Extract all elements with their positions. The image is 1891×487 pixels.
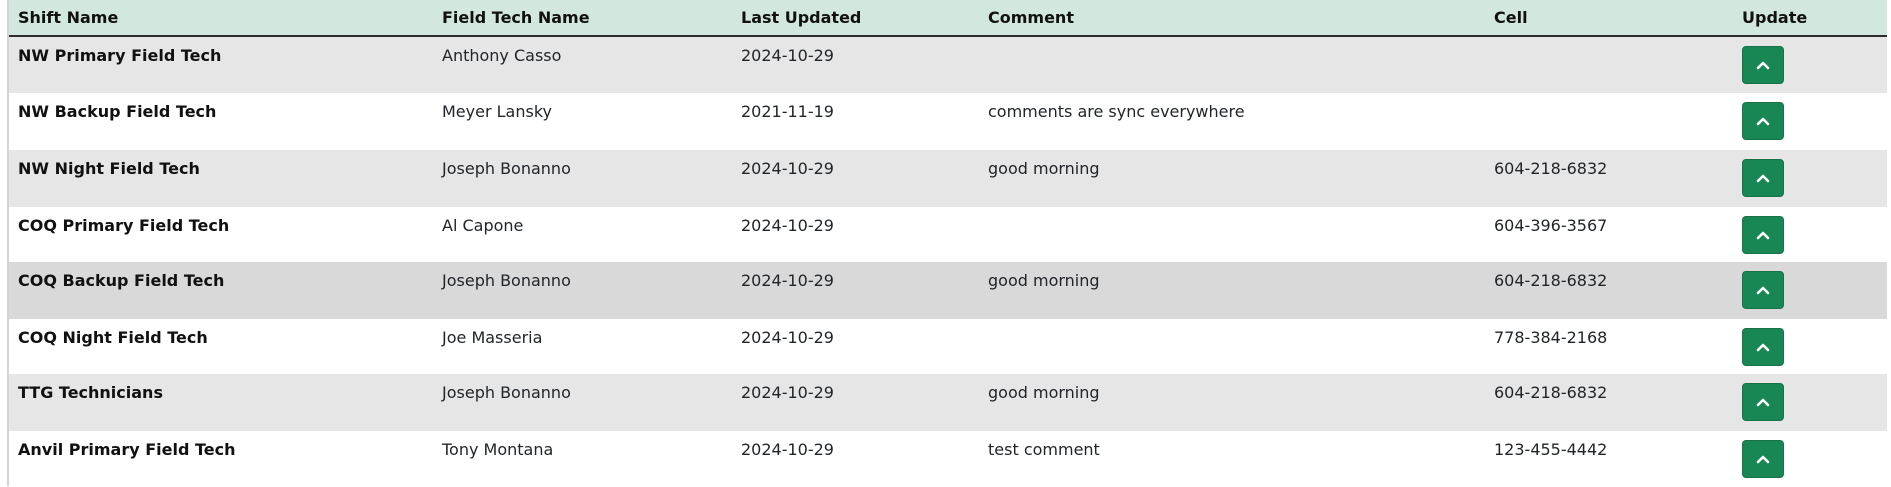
chevron-up-icon (1756, 117, 1770, 126)
table-row: COQ Night Field Tech Joe Masseria 2024-1… (9, 319, 1887, 374)
field-tech-name: Tony Montana (442, 440, 554, 459)
shift-name: NW Night Field Tech (18, 159, 200, 178)
comment: good morning (988, 271, 1100, 290)
last-updated: 2024-10-29 (741, 440, 834, 459)
last-updated: 2021-11-19 (741, 102, 834, 121)
field-tech-name: Joseph Bonanno (442, 159, 571, 178)
header-shift-name: Shift Name (18, 8, 119, 27)
comment: comments are sync everywhere (988, 102, 1245, 121)
shift-name: NW Primary Field Tech (18, 46, 222, 65)
table-row: NW Night Field Tech Joseph Bonanno 2024-… (9, 150, 1887, 207)
last-updated: 2024-10-29 (741, 216, 834, 235)
field-tech-name: Joseph Bonanno (442, 271, 571, 290)
shift-name: TTG Technicians (18, 383, 163, 402)
table-header: Shift Name Field Tech Name Last Updated … (9, 0, 1887, 37)
cell-phone: 604-218-6832 (1494, 383, 1608, 402)
shift-name: COQ Backup Field Tech (18, 271, 225, 290)
cell-phone: 604-218-6832 (1494, 159, 1608, 178)
last-updated: 2024-10-29 (741, 159, 834, 178)
update-button[interactable] (1742, 328, 1784, 366)
field-tech-name: Al Capone (442, 216, 524, 235)
cell-phone: 123-455-4442 (1494, 440, 1608, 459)
comment: good morning (988, 383, 1100, 402)
chevron-up-icon (1756, 343, 1770, 352)
update-button[interactable] (1742, 383, 1784, 421)
update-button[interactable] (1742, 216, 1784, 254)
table-row: COQ Backup Field Tech Joseph Bonanno 202… (9, 262, 1887, 319)
update-button[interactable] (1742, 271, 1784, 309)
chevron-up-icon (1756, 398, 1770, 407)
header-last-updated: Last Updated (741, 8, 862, 27)
shift-name: COQ Primary Field Tech (18, 216, 230, 235)
table-row: NW Backup Field Tech Meyer Lansky 2021-1… (9, 93, 1887, 150)
comment: good morning (988, 159, 1100, 178)
last-updated: 2024-10-29 (741, 383, 834, 402)
comment: test comment (988, 440, 1100, 459)
cell-phone: 604-396-3567 (1494, 216, 1608, 235)
header-field-tech-name: Field Tech Name (442, 8, 590, 27)
update-button[interactable] (1742, 102, 1784, 140)
header-cell: Cell (1494, 8, 1528, 27)
chevron-up-icon (1756, 174, 1770, 183)
field-tech-name: Anthony Casso (442, 46, 562, 65)
cell-phone: 778-384-2168 (1494, 328, 1608, 347)
shift-name: COQ Night Field Tech (18, 328, 208, 347)
shift-table: Shift Name Field Tech Name Last Updated … (9, 0, 1887, 487)
header-comment: Comment (988, 8, 1074, 27)
cell-phone: 604-218-6832 (1494, 271, 1608, 290)
chevron-up-icon (1756, 231, 1770, 240)
table-row: NW Primary Field Tech Anthony Casso 2024… (9, 37, 1887, 93)
field-tech-name: Joseph Bonanno (442, 383, 571, 402)
table-row: TTG Technicians Joseph Bonanno 2024-10-2… (9, 374, 1887, 431)
update-button[interactable] (1742, 46, 1784, 84)
chevron-up-icon (1756, 286, 1770, 295)
field-tech-name: Meyer Lansky (442, 102, 552, 121)
field-tech-name: Joe Masseria (442, 328, 543, 347)
shift-table-page: Shift Name Field Tech Name Last Updated … (0, 0, 1891, 487)
table-row: Anvil Primary Field Tech Tony Montana 20… (9, 431, 1887, 487)
update-button[interactable] (1742, 440, 1784, 478)
last-updated: 2024-10-29 (741, 46, 834, 65)
table-row: COQ Primary Field Tech Al Capone 2024-10… (9, 207, 1887, 262)
header-update: Update (1742, 8, 1808, 27)
shift-name: NW Backup Field Tech (18, 102, 217, 121)
last-updated: 2024-10-29 (741, 271, 834, 290)
last-updated: 2024-10-29 (741, 328, 834, 347)
update-button[interactable] (1742, 159, 1784, 197)
chevron-up-icon (1756, 455, 1770, 464)
chevron-up-icon (1756, 61, 1770, 70)
shift-name: Anvil Primary Field Tech (18, 440, 236, 459)
